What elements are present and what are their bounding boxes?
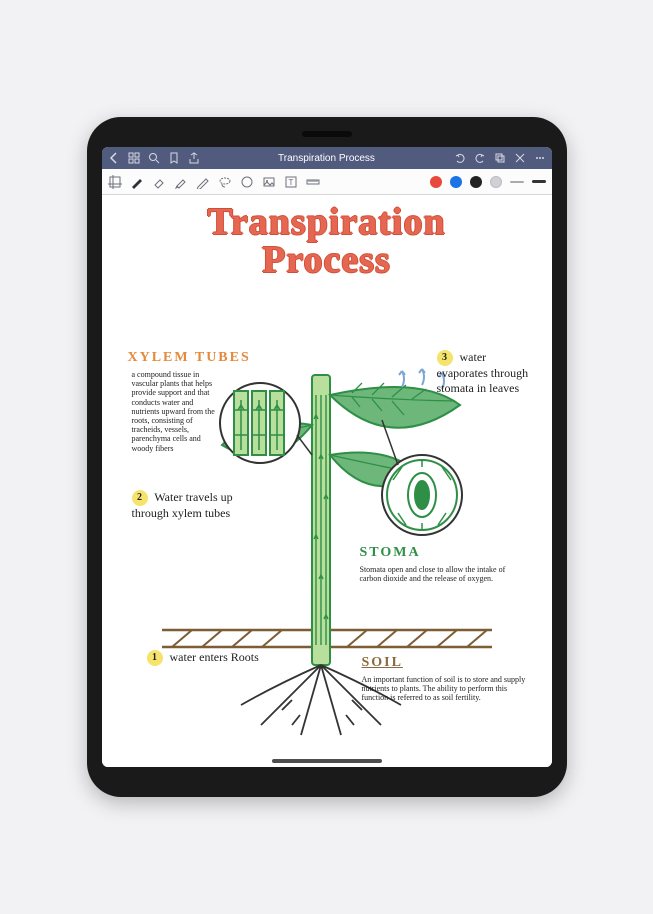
eraser-tool-icon[interactable] [152, 175, 166, 189]
navbar-left-group [108, 152, 200, 164]
crop-tool-icon[interactable] [108, 175, 122, 189]
xylem-heading: XYLEM TUBES [128, 350, 251, 366]
ruler-tool-icon[interactable] [306, 175, 320, 189]
stroke-med[interactable] [532, 180, 546, 183]
color-grey[interactable] [490, 176, 502, 188]
step-2-label: 2 Water travels up through xylem tubes [132, 490, 272, 521]
color-black[interactable] [470, 176, 482, 188]
lasso-tool-icon[interactable] [218, 175, 232, 189]
stroke-thin[interactable] [510, 181, 524, 183]
stoma-description: Stomata open and close to allow the inta… [360, 565, 520, 583]
drawing-canvas[interactable]: Transpiration Process [102, 195, 552, 767]
navbar: Transpiration Process [102, 147, 552, 169]
ipad-frame: Transpiration Process [87, 117, 567, 797]
color-red[interactable] [430, 176, 442, 188]
share-icon[interactable] [188, 152, 200, 164]
image-tool-icon[interactable] [262, 175, 276, 189]
step-3-badge: 3 [437, 350, 453, 366]
soil-heading: SOIL [362, 655, 403, 671]
step-1-badge: 1 [147, 650, 163, 666]
step-1-label: 1 water enters Roots [147, 650, 267, 666]
xylem-description: a compound tissue in vascular plants tha… [132, 370, 222, 453]
highlighter-tool-icon[interactable] [174, 175, 188, 189]
shape-tool-icon[interactable] [240, 175, 254, 189]
text-tool-icon[interactable]: T [284, 175, 298, 189]
bookmark-icon[interactable] [168, 152, 180, 164]
search-icon[interactable] [148, 152, 160, 164]
front-camera [302, 131, 352, 137]
home-indicator[interactable] [272, 759, 382, 763]
pen-tool-icon[interactable] [130, 175, 144, 189]
step-1-text: water enters Roots [170, 650, 259, 664]
color-blue[interactable] [450, 176, 462, 188]
toolbar: T [102, 169, 552, 195]
grid-icon[interactable] [128, 152, 140, 164]
redo-icon[interactable] [474, 152, 486, 164]
close-icon[interactable] [514, 152, 526, 164]
navbar-right-group [454, 152, 546, 164]
back-icon[interactable] [108, 152, 120, 164]
pencil-tool-icon[interactable] [196, 175, 210, 189]
copy-icon[interactable] [494, 152, 506, 164]
document-title[interactable]: Transpiration Process [208, 153, 446, 164]
undo-icon[interactable] [454, 152, 466, 164]
svg-text:T: T [288, 178, 293, 187]
step-2-badge: 2 [132, 490, 148, 506]
app-screen: Transpiration Process [102, 147, 552, 767]
step-3-label: 3 water evaporates through stomata in le… [437, 350, 532, 396]
more-icon[interactable] [534, 152, 546, 164]
soil-description: An important function of soil is to stor… [362, 675, 532, 703]
stoma-heading: STOMA [360, 545, 421, 561]
